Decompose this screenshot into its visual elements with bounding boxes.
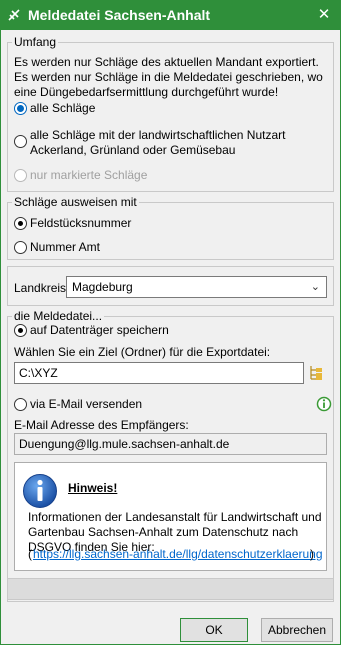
radio-indicator[interactable] (14, 169, 27, 182)
hinweis-link-close-paren: ) (310, 547, 314, 561)
email-value: Duengung@llg.mule.sachsen-anhalt.de (19, 437, 230, 451)
email-label: E-Mail Adresse des Empfängers: (14, 418, 189, 432)
radio-indicator[interactable] (14, 135, 27, 148)
target-folder-label: Wählen Sie ein Ziel (Ordner) für die Exp… (14, 345, 271, 359)
tractor-app-icon (8, 9, 20, 21)
radio-label: alle Schläge (30, 101, 96, 115)
radio-label: nur markierte Schläge (30, 168, 148, 182)
schlaege-ausweisen-legend: Schläge ausweisen mit (12, 195, 139, 209)
radio-indicator[interactable] (14, 241, 27, 254)
close-button[interactable]: ✕ (313, 4, 335, 26)
hinweis-link-open-paren: ( (28, 547, 32, 561)
umfang-legend: Umfang (12, 35, 59, 49)
radio-indicator[interactable] (14, 217, 27, 230)
umfang-description: Es werden nur Schläge des aktuellen Mand… (14, 55, 323, 99)
ok-button[interactable]: OK (180, 618, 248, 642)
datenschutz-link[interactable]: https://llg.sachsen-anhalt.de/llg/datens… (33, 547, 323, 562)
radio-label: Feldstücksnummer (30, 216, 132, 230)
radio-label: auf Datenträger speichern (30, 323, 169, 337)
radio-label: via E-Mail versenden (30, 397, 143, 411)
chevron-down-icon[interactable]: ⌄ (311, 277, 320, 297)
target-folder-value: C:\XYZ (19, 366, 58, 380)
landkreis-value: Magdeburg (72, 280, 133, 294)
radio-label: alle Schläge mit der landwirtschaftliche… (30, 128, 286, 157)
hinweis-box: Hinweis! Informationen der Landesanstalt… (14, 462, 327, 571)
radio-indicator[interactable] (14, 324, 27, 337)
hinweis-title: Hinweis! (68, 481, 118, 495)
radio-indicator[interactable] (14, 398, 27, 411)
cancel-button[interactable]: Abbrechen (261, 618, 333, 642)
radio-label: Nummer Amt (30, 240, 101, 254)
radio-nummer-amt[interactable]: Nummer Amt (14, 240, 100, 255)
status-bar (7, 578, 334, 600)
radio-nutzart[interactable]: alle Schläge mit der landwirtschaftliche… (14, 128, 332, 158)
landkreis-label: Landkreis: (14, 281, 70, 295)
radio-datentraeger[interactable]: auf Datenträger speichern (14, 323, 169, 338)
title-bar: Meldedatei Sachsen-Anhalt ✕ (0, 0, 341, 30)
radio-feldstuecksnummer[interactable]: Feldstücksnummer (14, 216, 131, 231)
target-folder-input[interactable]: C:\XYZ (14, 362, 304, 384)
info-icon (23, 474, 57, 508)
email-input[interactable]: Duengung@llg.mule.sachsen-anhalt.de (14, 433, 327, 455)
info-circle-icon[interactable] (316, 396, 332, 412)
window-title: Meldedatei Sachsen-Anhalt (28, 7, 211, 23)
meldedatei-legend: die Meldedatei... (12, 309, 105, 323)
folder-browse-icon[interactable] (310, 365, 324, 381)
landkreis-select[interactable]: Magdeburg ⌄ (66, 276, 327, 298)
radio-markierte-schlaege[interactable]: nur markierte Schläge (14, 168, 147, 183)
radio-alle-schlaege[interactable]: alle Schläge (14, 101, 95, 116)
radio-email[interactable]: via E-Mail versenden (14, 397, 142, 412)
radio-indicator[interactable] (14, 102, 27, 115)
